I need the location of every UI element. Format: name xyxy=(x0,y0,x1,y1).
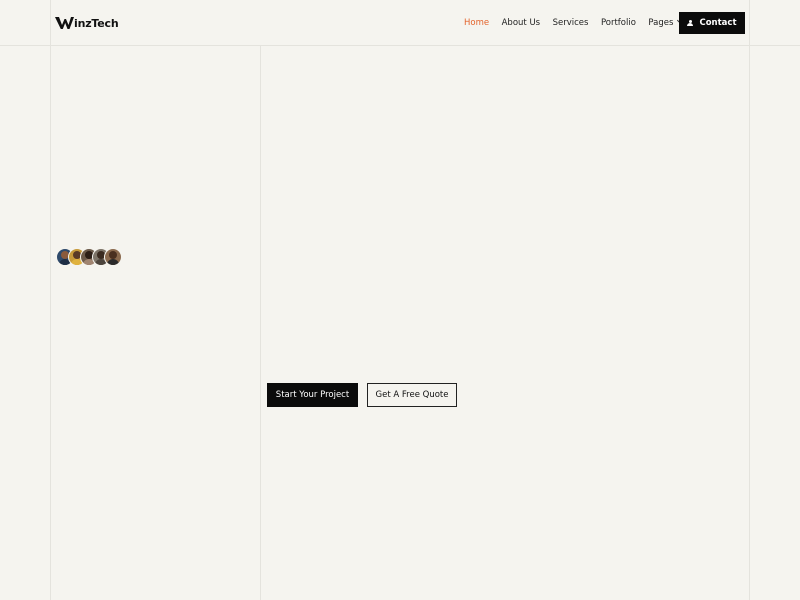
w-logo-icon xyxy=(55,17,74,29)
user-icon xyxy=(687,19,694,27)
grid-line-left xyxy=(50,0,51,600)
contact-button-label: Contact xyxy=(699,18,737,28)
site-header: inzTech Home About Us Services Portfolio… xyxy=(0,0,800,46)
contact-button[interactable]: Contact xyxy=(679,12,745,34)
nav-item-about-us[interactable]: About Us xyxy=(502,18,540,28)
nav-item-services[interactable]: Services xyxy=(553,18,589,28)
avatar-group xyxy=(56,248,122,266)
page: inzTech Home About Us Services Portfolio… xyxy=(0,0,800,600)
grid-line-middle xyxy=(260,46,261,600)
brand-name: inzTech xyxy=(74,16,119,30)
avatar xyxy=(104,248,122,266)
start-project-button[interactable]: Start Your Project xyxy=(267,383,358,407)
nav-item-home[interactable]: Home xyxy=(464,18,489,28)
free-quote-button[interactable]: Get A Free Quote xyxy=(367,383,457,407)
logo[interactable]: inzTech xyxy=(55,14,119,32)
main-nav: Home About Us Services Portfolio Pages xyxy=(464,14,696,32)
nav-item-portfolio[interactable]: Portfolio xyxy=(601,18,636,28)
nav-item-pages-label: Pages xyxy=(648,18,674,28)
grid-line-right xyxy=(749,0,750,600)
